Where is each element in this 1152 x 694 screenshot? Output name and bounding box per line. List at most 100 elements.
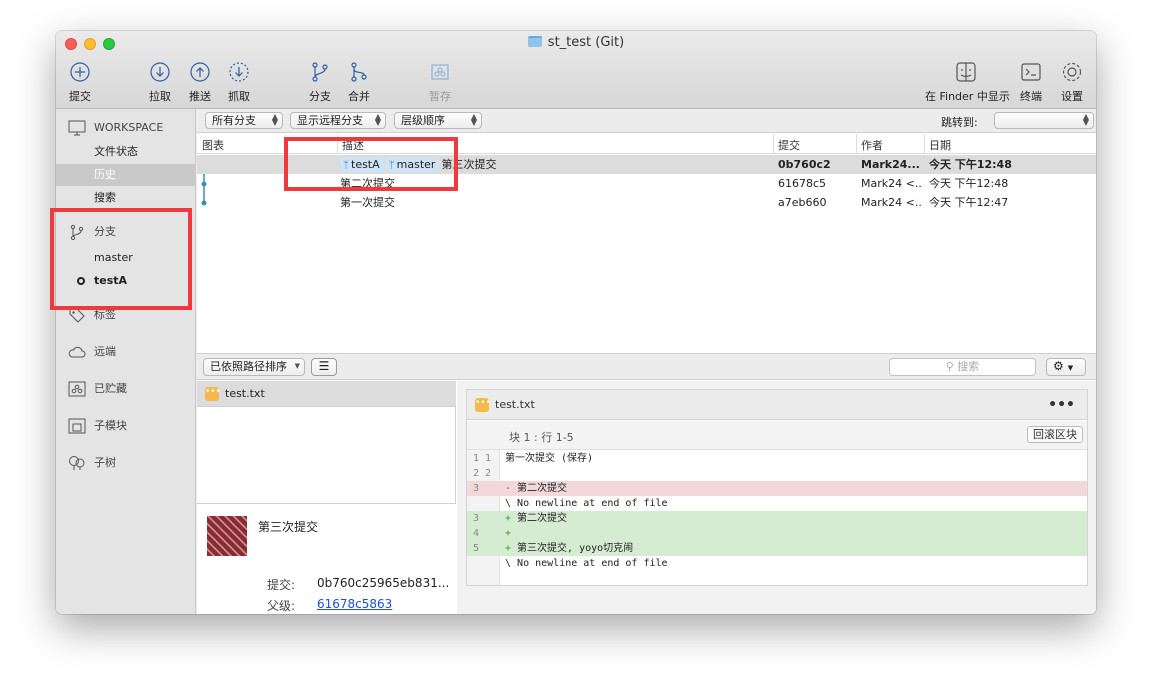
show-in-finder-button[interactable]: 在 Finder 中显示 — [925, 61, 1010, 107]
order-label: 层级顺序 — [401, 114, 445, 127]
terminal-button[interactable]: 终端 — [1019, 61, 1043, 107]
arrow-up-circle-icon — [190, 62, 210, 82]
merge-button[interactable]: 合并 — [347, 61, 371, 107]
diff-line-number: 3 — [473, 483, 480, 494]
commit-date: 今天 下午12:47 — [929, 196, 1009, 209]
diff-line-number: 2 2 — [473, 468, 492, 479]
list-icon: ☰ — [318, 359, 330, 373]
commit-hash-value: 0b760c25965eb831... — [317, 576, 450, 590]
graph-column-header[interactable]: 图表 — [202, 137, 224, 153]
diff-file-header: ••• test.txt ••• — [467, 390, 1087, 420]
diff-line-content: 第二次提交 — [517, 513, 568, 524]
stash-button[interactable]: 暂存 — [428, 61, 452, 107]
pull-label: 拉取 — [149, 90, 171, 103]
diff-line: 5 + 第三次提交, yoyo切克闹 — [467, 541, 1087, 556]
date-column-header[interactable]: 日期 — [929, 137, 951, 153]
settings-button[interactable]: 设置 — [1060, 61, 1084, 107]
diff-mark: \ — [505, 558, 518, 569]
diff-line-content: No newline at end of file — [517, 498, 668, 509]
branch-icon — [312, 62, 328, 82]
chevron-down-icon: ▼ — [1067, 364, 1074, 372]
parent-commit-link[interactable]: 61678c5863 — [317, 597, 392, 611]
author-column-header[interactable]: 作者 — [861, 137, 883, 153]
arrow-down-circle-icon — [150, 62, 170, 82]
sort-select[interactable]: 已依照路径排序 ▼ — [203, 358, 305, 376]
diff-mark: - — [505, 483, 518, 494]
all-branches-select[interactable]: 所有分支 ▲ ▼ — [205, 112, 283, 129]
diff-line-text: \ No newline at end of file — [505, 496, 668, 511]
fetch-label: 抓取 — [228, 90, 250, 103]
sidebar-stashes-header[interactable]: 已贮藏 — [56, 378, 196, 400]
cloud-icon — [68, 346, 86, 358]
commit-date: 今天 下午12:48 — [929, 177, 1009, 190]
jump-to-select[interactable]: ▲ ▼ — [994, 112, 1094, 129]
diff-line-content: No newline at end of file — [517, 558, 668, 569]
history-row[interactable]: 第一次提交 a7eb660 Mark24 <... 今天 下午12:47 — [197, 193, 1096, 212]
sidebar-submodules-header[interactable]: 子模块 — [56, 415, 196, 437]
terminal-label: 终端 — [1020, 90, 1042, 103]
gear-icon — [1062, 62, 1082, 82]
diff-line-content: 第三次提交, yoyo切克闹 — [517, 543, 634, 554]
column-separator — [773, 134, 774, 154]
sidebar-item-history[interactable]: 历史 — [56, 164, 196, 186]
select-arrows-icon: ▲ ▼ — [271, 112, 278, 127]
diff-line-text: + 第三次提交, yoyo切克闹 — [505, 541, 633, 556]
diff-line-text: \ No newline at end of file — [505, 556, 668, 571]
more-icon[interactable]: ••• — [1048, 390, 1075, 420]
title-toolbar: st_test (Git) 提交 拉取 推送 抓取 分支 合并 暂存 在 Fin… — [56, 31, 1096, 109]
commit-hash-label: 提交: — [267, 578, 296, 592]
sidebar-workspace-header[interactable]: WORKSPACE — [56, 117, 196, 139]
settings-label: 设置 — [1061, 90, 1083, 103]
window-title: st_test (Git) — [56, 35, 1096, 50]
sort-label: 已依照路径排序 — [210, 360, 287, 373]
order-select[interactable]: 层级顺序 ▲ ▼ — [394, 112, 482, 129]
search-input[interactable]: ⚲ 搜索 — [889, 358, 1036, 376]
commit-hash: 0b760c2 — [778, 158, 831, 171]
diff-line: \ No newline at end of file — [467, 556, 1087, 571]
diff-line: 3 - 第二次提交 — [467, 481, 1087, 496]
history-filter-bar: 所有分支 ▲ ▼ 显示远程分支 ▲ ▼ 层级顺序 ▲ ▼ 跳转到: ▲ ▼ — [197, 109, 1096, 133]
list-view-button[interactable]: ☰ — [311, 358, 337, 376]
commit-hash: a7eb660 — [778, 196, 827, 209]
revert-hunk-button[interactable]: 回滚区块 — [1027, 426, 1083, 443]
sidebar-item-file-status[interactable]: 文件状态 — [56, 141, 196, 163]
changed-files-pane: ••• test.txt 第三次提交 提交: 0b760c25965eb831.… — [197, 381, 456, 614]
push-button[interactable]: 推送 — [188, 61, 212, 107]
diff-options-button[interactable]: ⚙ ▼ — [1046, 358, 1086, 376]
search-icon: ⚲ — [945, 360, 958, 373]
branch-button[interactable]: 分支 — [308, 61, 332, 107]
select-arrows-icon: ▲ ▼ — [1082, 112, 1089, 127]
file-name: test.txt — [225, 387, 265, 400]
pull-button[interactable]: 拉取 — [148, 61, 172, 107]
gear-icon: ⚙ — [1053, 359, 1064, 373]
fetch-button[interactable]: 抓取 — [227, 61, 251, 107]
diff-line: 2 2 — [467, 466, 1087, 481]
diff-line: 1 1 第一次提交 (保存) — [467, 451, 1087, 466]
diff-line-number: 1 1 — [473, 453, 492, 464]
avatar — [207, 516, 247, 556]
diff-line: \ No newline at end of file — [467, 496, 1087, 511]
hunk-title: 块 1 : 行 1-5 — [509, 431, 574, 444]
stash-icon — [431, 64, 449, 80]
commit-button[interactable]: 提交 — [68, 61, 92, 107]
commit-column-header[interactable]: 提交 — [778, 137, 800, 153]
commit-author: Mark24... — [861, 158, 920, 171]
plus-circle-icon — [70, 62, 90, 82]
diff-mark: \ — [505, 498, 518, 509]
sidebar-item-search[interactable]: 搜索 — [56, 187, 196, 209]
file-row[interactable]: ••• test.txt — [197, 381, 456, 407]
sidebar-remotes-header[interactable]: 远端 — [56, 341, 196, 363]
sidebar-subtrees-header[interactable]: 子树 — [56, 452, 196, 474]
push-label: 推送 — [189, 90, 211, 103]
highlight-box-branches — [50, 208, 192, 310]
commit-details: 第三次提交 提交: 0b760c25965eb831... 父级: 61678c… — [197, 503, 456, 614]
show-remote-label: 显示远程分支 — [297, 114, 363, 127]
tree-icon — [69, 456, 85, 470]
remotes-label: 远端 — [94, 345, 116, 358]
app-window: st_test (Git) 提交 拉取 推送 抓取 分支 合并 暂存 在 Fin… — [56, 31, 1096, 614]
chevron-down-icon: ▼ — [294, 362, 300, 370]
modified-file-icon: ••• — [475, 398, 491, 412]
show-remote-select[interactable]: 显示远程分支 ▲ ▼ — [290, 112, 386, 129]
all-branches-label: 所有分支 — [212, 114, 256, 127]
commit-message: 第一次提交 — [340, 196, 395, 209]
